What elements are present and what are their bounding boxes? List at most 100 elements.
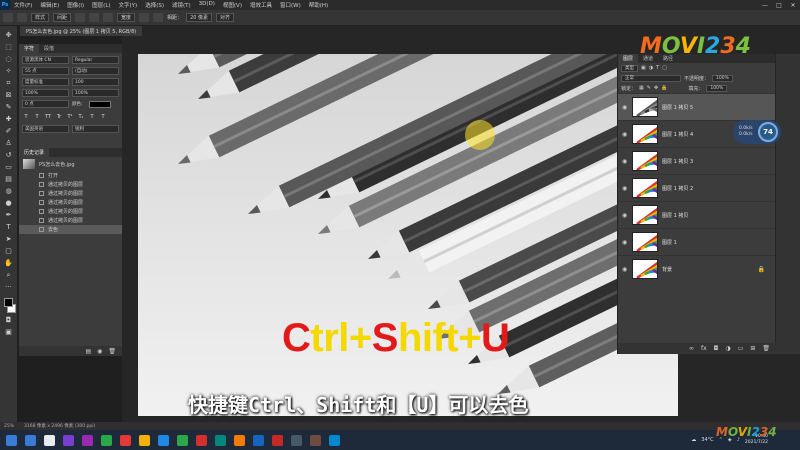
type-style-button[interactable]: T₁ <box>77 113 85 120</box>
lock-move-icon[interactable]: ✥ <box>654 85 658 91</box>
more-tools-icon[interactable]: ··· <box>3 282 15 292</box>
layers-tab[interactable]: 图层 <box>618 54 639 63</box>
maximize-icon[interactable]: □ <box>772 0 786 10</box>
tracking-field[interactable]: 100 <box>72 78 119 86</box>
link-icon[interactable]: ∞ <box>689 345 694 352</box>
taskbar-app-icon[interactable] <box>177 434 188 446</box>
taskbar-app-icon[interactable] <box>272 434 283 446</box>
layer-row[interactable]: ◉ 图层 1 拷贝 <box>618 201 775 228</box>
group-icon[interactable]: ▭ <box>738 345 744 352</box>
eye-icon[interactable]: ◉ <box>622 131 628 138</box>
align-right-icon[interactable] <box>103 13 114 22</box>
type-style-button[interactable]: T <box>22 113 30 120</box>
lock-paint-icon[interactable]: ✎ <box>647 85 651 91</box>
crop-tool-icon[interactable]: ⌗ <box>3 78 15 88</box>
hand-tool-icon[interactable]: ✋ <box>3 258 15 268</box>
history-item[interactable]: 打开 <box>19 171 122 180</box>
adjustment-icon[interactable]: ◑ <box>725 345 730 352</box>
type-tool-icon[interactable]: T <box>3 222 15 232</box>
camera-icon[interactable]: ◉ <box>97 348 102 355</box>
vertical-scale-field[interactable]: 100% <box>22 89 69 97</box>
history-item[interactable]: 去色 <box>19 225 122 234</box>
trash-icon[interactable]: 🗑 <box>762 345 770 352</box>
taskbar-app-icon[interactable] <box>215 434 226 446</box>
align-left-icon[interactable] <box>75 13 86 22</box>
shape-tool-icon[interactable]: ▢ <box>3 246 15 256</box>
taskbar-app-icon[interactable] <box>158 434 169 446</box>
baseline-field[interactable]: 0 点 <box>22 100 69 108</box>
opacity-field[interactable]: 100% <box>712 74 733 82</box>
taskbar-app-icon[interactable] <box>63 434 74 446</box>
type-style-button[interactable]: Tr <box>55 113 63 120</box>
trash-icon[interactable]: 🗑 <box>108 348 116 355</box>
language-select[interactable]: 美国英语 <box>22 125 69 133</box>
kerning-field[interactable]: 度量标准 <box>22 78 69 86</box>
taskbar-app-icon[interactable] <box>310 434 321 446</box>
healing-brush-icon[interactable]: ✚ <box>3 114 15 124</box>
move-tool-icon[interactable] <box>17 13 27 22</box>
menu-item[interactable]: 编辑(E) <box>36 1 63 9</box>
magic-wand-icon[interactable]: ✧ <box>3 66 15 76</box>
frame-tool-icon[interactable]: ⊠ <box>3 90 15 100</box>
font-style-select[interactable]: Regular <box>72 56 119 64</box>
menu-item[interactable]: 窗口(W) <box>276 1 305 9</box>
menu-item[interactable]: 滤镜(T) <box>168 1 195 9</box>
align-center-icon[interactable] <box>89 13 100 22</box>
eye-icon[interactable]: ◉ <box>622 266 628 273</box>
layer-row[interactable]: ◉ 图层 1 <box>618 228 775 255</box>
fill-field[interactable]: 100% <box>706 84 728 92</box>
mask-icon[interactable]: ◘ <box>714 345 719 352</box>
menu-item[interactable]: 帮助(H) <box>305 1 332 9</box>
history-brush-icon[interactable]: ↺ <box>3 150 15 160</box>
width-select[interactable]: 宽度 <box>117 13 136 22</box>
eye-icon[interactable]: ◉ <box>622 212 628 219</box>
filter-pixel-icon[interactable]: ▣ <box>641 65 646 71</box>
leading-field[interactable]: (自动) <box>72 67 119 75</box>
type-style-button[interactable]: TT <box>44 113 52 120</box>
move-tool-icon[interactable]: ✥ <box>3 30 15 40</box>
tab-character[interactable]: 字符 <box>19 44 40 53</box>
taskbar-app-icon[interactable] <box>329 434 340 446</box>
style-select[interactable]: 样式 <box>31 13 50 22</box>
lock-transparent-icon[interactable]: ▦ <box>639 85 644 91</box>
filter-type-icon[interactable]: T <box>656 65 659 71</box>
document-canvas[interactable] <box>138 54 678 416</box>
zoom-tool-icon[interactable]: ⌕ <box>3 270 15 280</box>
layer-row[interactable]: ◉ 图层 1 拷贝 3 <box>618 147 775 174</box>
path-select-icon[interactable]: ➤ <box>3 234 15 244</box>
brush-tool-icon[interactable]: ✐ <box>3 126 15 136</box>
lasso-tool-icon[interactable]: ◌ <box>3 54 15 64</box>
home-icon[interactable] <box>3 13 13 22</box>
gradient-tool-icon[interactable]: ▤ <box>3 174 15 184</box>
layer-row[interactable]: ◉ 图层 1 拷贝 5 <box>618 93 775 120</box>
distribute-v-icon[interactable] <box>153 13 164 22</box>
close-icon[interactable]: ✕ <box>786 0 800 10</box>
stamp-tool-icon[interactable]: ♙ <box>3 138 15 148</box>
align-select[interactable]: 对齐 <box>216 13 235 22</box>
taskbar-app-icon[interactable] <box>234 434 245 446</box>
blend-mode-select[interactable]: 正常 <box>621 74 681 82</box>
taskbar-app-icon[interactable] <box>44 434 55 446</box>
tab-history[interactable]: 历史记录 <box>19 148 50 157</box>
menu-item[interactable]: 选择(S) <box>141 1 168 9</box>
menu-item[interactable]: 图层(L) <box>88 1 114 9</box>
history-item[interactable]: 通过拷贝的图层 <box>19 216 122 225</box>
eye-icon[interactable]: ◉ <box>622 104 628 111</box>
network-speed-widget[interactable]: 0.0k/s 0.0k/s 74 <box>733 120 781 144</box>
font-family-select[interactable]: 思源黑体 CN <box>22 56 69 64</box>
taskbar-app-icon[interactable] <box>139 434 150 446</box>
eyedropper-icon[interactable]: ✎ <box>3 102 15 112</box>
spacing-select[interactable]: 间距 <box>53 13 72 22</box>
menu-item[interactable]: 3D(D) <box>195 1 219 9</box>
filter-shape-icon[interactable]: ▢ <box>662 65 667 71</box>
history-item[interactable]: 通过拷贝的图层 <box>19 189 122 198</box>
history-item[interactable]: 通过拷贝的图层 <box>19 198 122 207</box>
taskbar-app-icon[interactable] <box>120 434 131 446</box>
menu-item[interactable]: 文字(Y) <box>115 1 142 9</box>
quick-mask-icon[interactable]: ◘ <box>3 315 15 325</box>
menu-item[interactable]: 文件(F) <box>10 1 36 9</box>
document-tab[interactable]: PS怎么去色.jpg @ 25% (图层 1 拷贝 5, RGB/8) <box>20 26 143 36</box>
history-item[interactable]: 通过拷贝的图层 <box>19 180 122 189</box>
eye-icon[interactable]: ◉ <box>622 158 628 165</box>
taskbar-app-icon[interactable] <box>82 434 93 446</box>
